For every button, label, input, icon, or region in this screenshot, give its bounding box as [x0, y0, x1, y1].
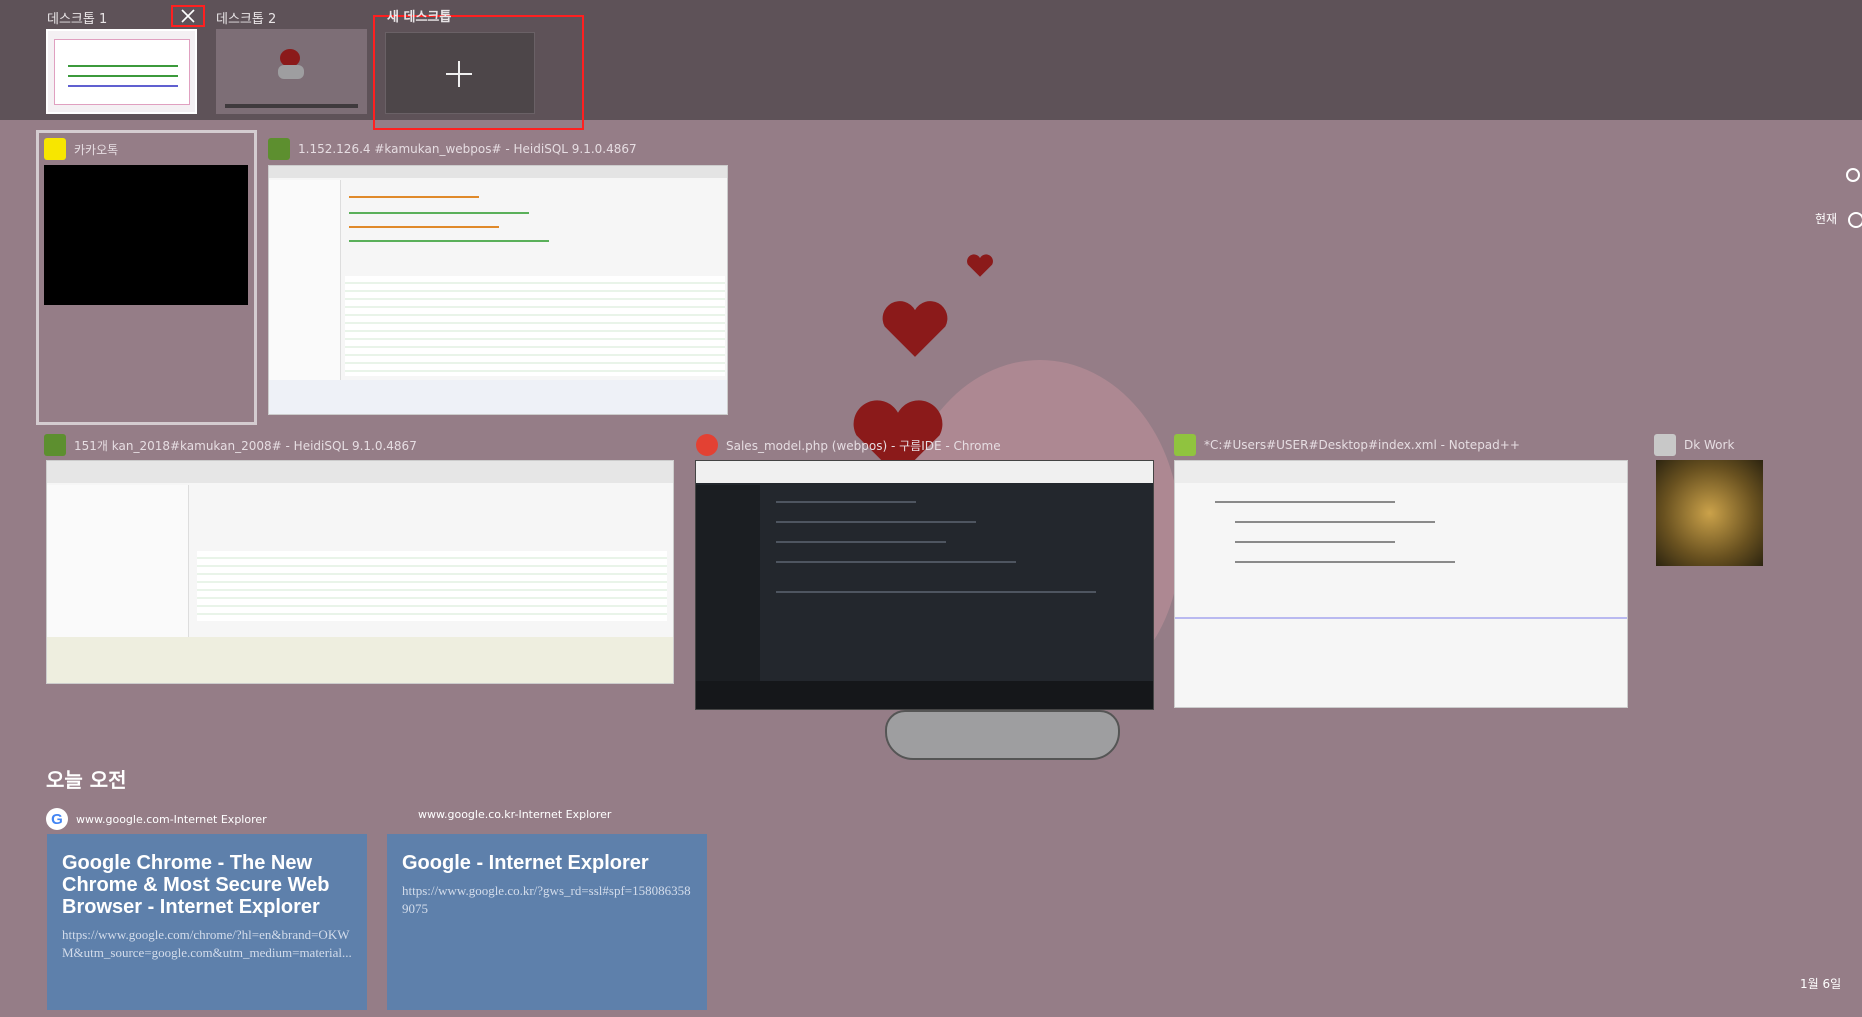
card-title: Google - Internet Explorer: [402, 852, 649, 874]
timeline-card[interactable]: Google - Internet Explorer https://www.g…: [387, 834, 707, 1010]
card-title: Google Chrome - The New Chrome & Most Se…: [62, 852, 330, 918]
heidisql-icon: [44, 434, 66, 456]
window-title: 151개 kan_2018#kamukan_2008# - HeidiSQL 9…: [74, 438, 417, 453]
window-title: Dk Work: [1684, 438, 1735, 452]
desktop-thumbnail[interactable]: [216, 29, 367, 114]
google-icon: G: [46, 808, 68, 830]
search-icon[interactable]: [1846, 168, 1860, 182]
card-url: https://www.google.co.kr/?gws_rd=ssl#spf…: [402, 883, 691, 916]
window-thumbnail[interactable]: [1656, 460, 1763, 566]
source-label: www.google.com-Internet Explorer: [76, 812, 267, 826]
wallpaper-heart: [882, 301, 948, 357]
window-thumbnail[interactable]: [695, 460, 1154, 710]
wallpaper-stand: [885, 710, 1120, 760]
timeline-section-title: 오늘 오전: [46, 768, 127, 792]
heidisql-icon: [268, 138, 290, 160]
desktop-indicator: [225, 104, 358, 108]
desktop-thumbnail[interactable]: [46, 29, 197, 114]
timeline-dot-icon[interactable]: [1848, 212, 1862, 228]
dk-work-icon: [1654, 434, 1676, 456]
virtual-desktop-bar: 데스크톱 1 데스크톱 2 새 데스크톱: [0, 0, 1862, 130]
window-title: Sales_model.php (webpos) - 구름IDE - Chrom…: [726, 438, 1001, 453]
source-label: www.google.co.kr-Internet Explorer: [418, 808, 612, 821]
chrome-icon: [696, 434, 718, 456]
timeline-date-label: 1월 6일: [1800, 977, 1842, 991]
kakaotalk-icon: [44, 138, 66, 160]
timeline-card[interactable]: Google Chrome - The New Chrome & Most Se…: [47, 834, 367, 1010]
desktop-label: 데스크톱 1: [47, 12, 108, 27]
window-title: 1.152.126.4 #kamukan_webpos# - HeidiSQL …: [298, 142, 637, 156]
timeline-now-label: 현재: [1815, 212, 1838, 226]
wallpaper-heart: [967, 254, 993, 277]
new-desktop-button[interactable]: [385, 32, 535, 114]
window-title: 카카오톡: [74, 142, 119, 157]
window-thumbnail[interactable]: [44, 165, 248, 305]
window-thumbnail[interactable]: [1174, 460, 1628, 708]
close-desktop-button[interactable]: [171, 5, 205, 27]
close-icon: [181, 9, 195, 23]
window-thumbnail[interactable]: [268, 165, 728, 415]
window-title: *C:#Users#USER#Desktop#index.xml - Notep…: [1204, 438, 1520, 452]
timeline-source: www.google.co.kr-Internet Explorer: [418, 808, 611, 821]
new-desktop-label: 새 데스크톱: [387, 10, 452, 25]
desktop-label: 데스크톱 2: [216, 12, 277, 27]
notepadpp-icon: [1174, 434, 1196, 456]
card-url: https://www.google.com/chrome/?hl=en&bra…: [62, 927, 352, 960]
timeline-source: G www.google.com-Internet Explorer: [46, 808, 267, 830]
window-thumbnail[interactable]: [46, 460, 674, 684]
